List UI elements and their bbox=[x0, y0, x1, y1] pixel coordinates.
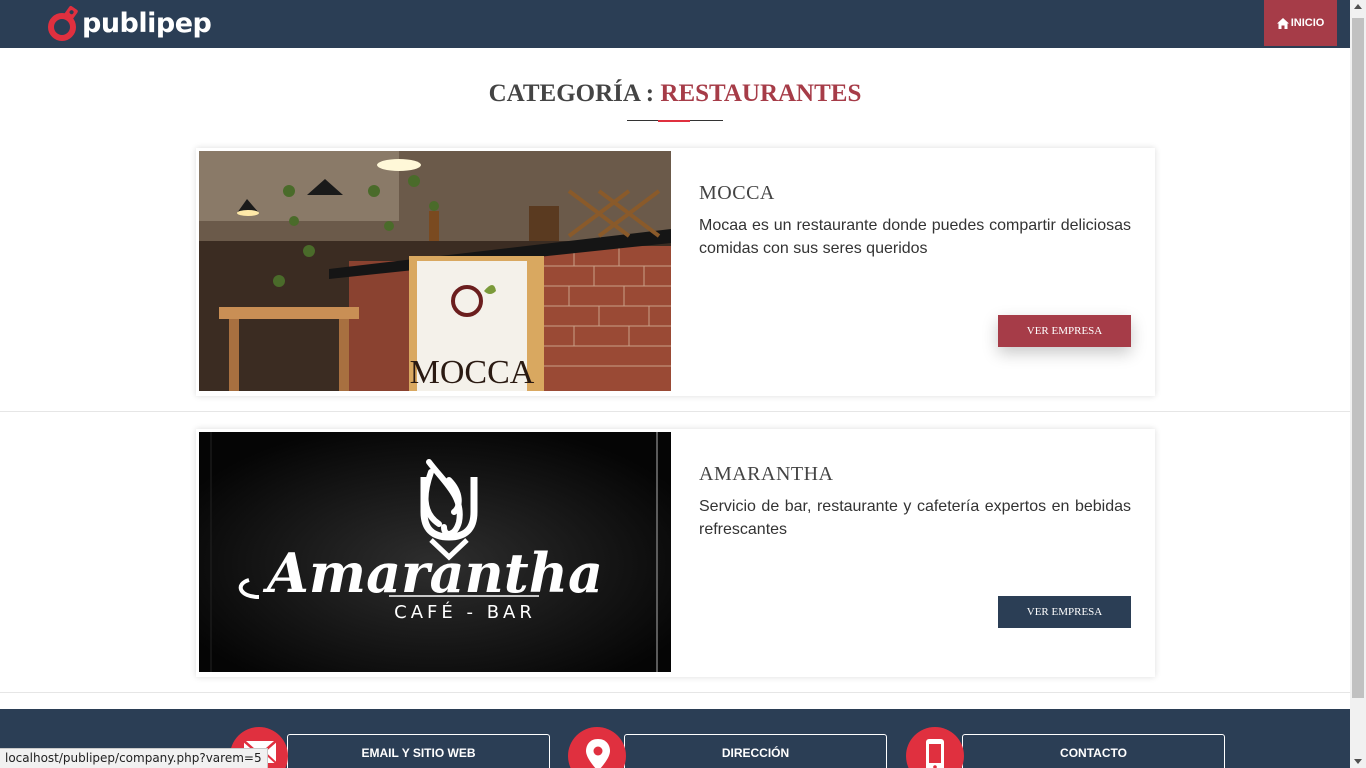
title-prefix: CATEGORÍA : bbox=[488, 80, 661, 107]
footer-email-box[interactable]: EMAIL Y SITIO WEB bbox=[287, 734, 550, 768]
map-pin-icon bbox=[568, 727, 626, 768]
section-divider bbox=[0, 411, 1350, 412]
company-name: MOCCA bbox=[699, 182, 775, 204]
page-title: CATEGORÍA : RESTAURANTES bbox=[0, 80, 1350, 108]
company-name: AMARANTHA bbox=[699, 463, 834, 485]
scroll-down-arrow-icon[interactable] bbox=[1354, 759, 1362, 764]
ver-empresa-button-amarantha[interactable]: VER EMPRESA bbox=[998, 596, 1131, 628]
navbar: publipep INICIO bbox=[0, 0, 1350, 48]
company-image-amarantha[interactable]: Amarantha CAFÉ - BAR bbox=[199, 432, 671, 672]
mocca-sign-text: MOCCA bbox=[410, 354, 535, 391]
footer-direccion-box[interactable]: DIRECCIÓN bbox=[624, 734, 887, 768]
ver-empresa-button-mocca[interactable]: VER EMPRESA bbox=[998, 315, 1131, 347]
title-underline bbox=[627, 120, 723, 122]
publipep-logo[interactable]: publipep bbox=[46, 5, 212, 42]
company-card-mocca: MOCCA MOCCA Mocaa es un restaurante dond… bbox=[196, 148, 1155, 396]
page-scrollbar[interactable] bbox=[1350, 0, 1366, 768]
home-icon bbox=[1276, 17, 1289, 29]
footer-email-label: EMAIL Y SITIO WEB bbox=[361, 746, 476, 760]
company-description: Servicio de bar, restaurante y cafetería… bbox=[699, 498, 1131, 538]
nav-inicio-label: INICIO bbox=[1290, 17, 1325, 29]
scroll-up-arrow-icon[interactable] bbox=[1354, 4, 1362, 9]
browser-status-url: localhost/publipep/company.php?varem=5 bbox=[0, 748, 268, 768]
category-name: RESTAURANTES bbox=[660, 80, 862, 107]
scrollbar-thumb[interactable] bbox=[1352, 18, 1364, 698]
footer-contacto-box[interactable]: CONTACTO bbox=[962, 734, 1225, 768]
company-image-mocca[interactable]: MOCCA bbox=[199, 151, 671, 391]
footer-contacto-label: CONTACTO bbox=[1060, 746, 1127, 760]
phone-icon bbox=[906, 727, 964, 768]
company-card-amarantha: Amarantha CAFÉ - BAR AMARANTHA Servicio … bbox=[196, 429, 1155, 677]
logo-mark-icon bbox=[46, 5, 80, 41]
footer-direccion-label: DIRECCIÓN bbox=[721, 746, 790, 760]
section-divider bbox=[0, 692, 1350, 693]
logo-text: publipep bbox=[82, 7, 212, 39]
nav-inicio-button[interactable]: INICIO bbox=[1264, 0, 1337, 46]
amarantha-logo-sub: CAFÉ - BAR bbox=[394, 601, 536, 623]
company-description: Mocaa es un restaurante donde puedes com… bbox=[699, 217, 1131, 257]
